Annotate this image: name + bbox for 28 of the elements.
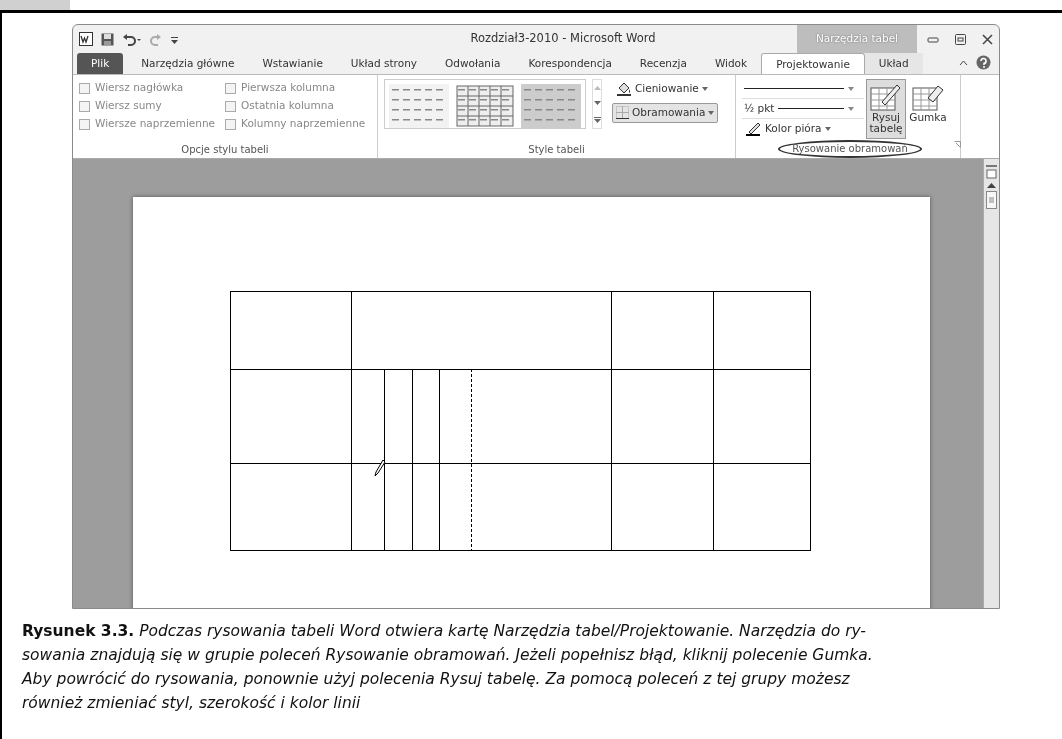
borders-button[interactable]: Obramowania (612, 102, 719, 123)
pen-color-button[interactable]: Kolor pióra (742, 119, 864, 139)
ribbon-tab[interactable]: Odwołania (431, 53, 515, 74)
ribbon-tab[interactable]: Korespondencja (514, 53, 626, 74)
checkbox-label: Pierwsza kolumna (241, 80, 336, 96)
ribbon-tab[interactable]: Plik (77, 53, 124, 74)
checkbox-label: Wiersz nagłówka (95, 80, 184, 96)
ribbon-tab[interactable]: Recenzja (625, 53, 701, 74)
checkbox-label: Kolumny naprzemienne (241, 116, 366, 132)
group-label: Rysowanie obramowań (792, 141, 908, 156)
eraser-button[interactable]: Gumka (908, 79, 948, 139)
figure-caption: Rysunek 3.3. Podczas rysowania tabeli Word otwiera kartę Narzędzia tabel/Projektowanie. Narzędzia do ry- sowania znajdują się w grupie poleceń Rysowanie obramowań. Jeżeli popełnisz błąd, kliknij polecenie Gumka. Aby powrócić do rysowania, ponownie użyj polecenia Rysuj tabelę. Za pomocą poleceń z tej grupy możesz również zmieniać styl, szerokość i kolor linii (20, 621, 874, 714)
draw-table-button[interactable]: Rysuj tabelę (866, 79, 906, 139)
group-label: Style tabeli (527, 142, 586, 157)
ribbon-tab[interactable]: Wstawianie (248, 53, 337, 74)
ribbon-tab[interactable]: Projektowanie (761, 53, 865, 74)
checkbox-label: Ostatnia kolumna (241, 98, 334, 114)
checkbox-label: Wiersz sumy (95, 98, 162, 114)
window-title: Rozdział3-2010 - Microsoft Word (469, 30, 657, 48)
checkbox-label: Wiersze naprzemienne (95, 116, 216, 132)
group-label: Opcje stylu tabeli (180, 142, 270, 157)
ribbon-tab[interactable]: Narzędzia główne (127, 53, 249, 74)
ribbon-tab[interactable]: Układ strony (336, 53, 431, 74)
ribbon-tab[interactable]: Układ (864, 53, 923, 74)
ribbon-tab[interactable]: Widok (700, 53, 762, 74)
line-weight-dropdown[interactable]: ½ pkt (742, 99, 864, 119)
contextual-tab-group: Narzędzia tabel (797, 25, 917, 53)
shading-button[interactable]: Cieniowanie (612, 79, 719, 99)
